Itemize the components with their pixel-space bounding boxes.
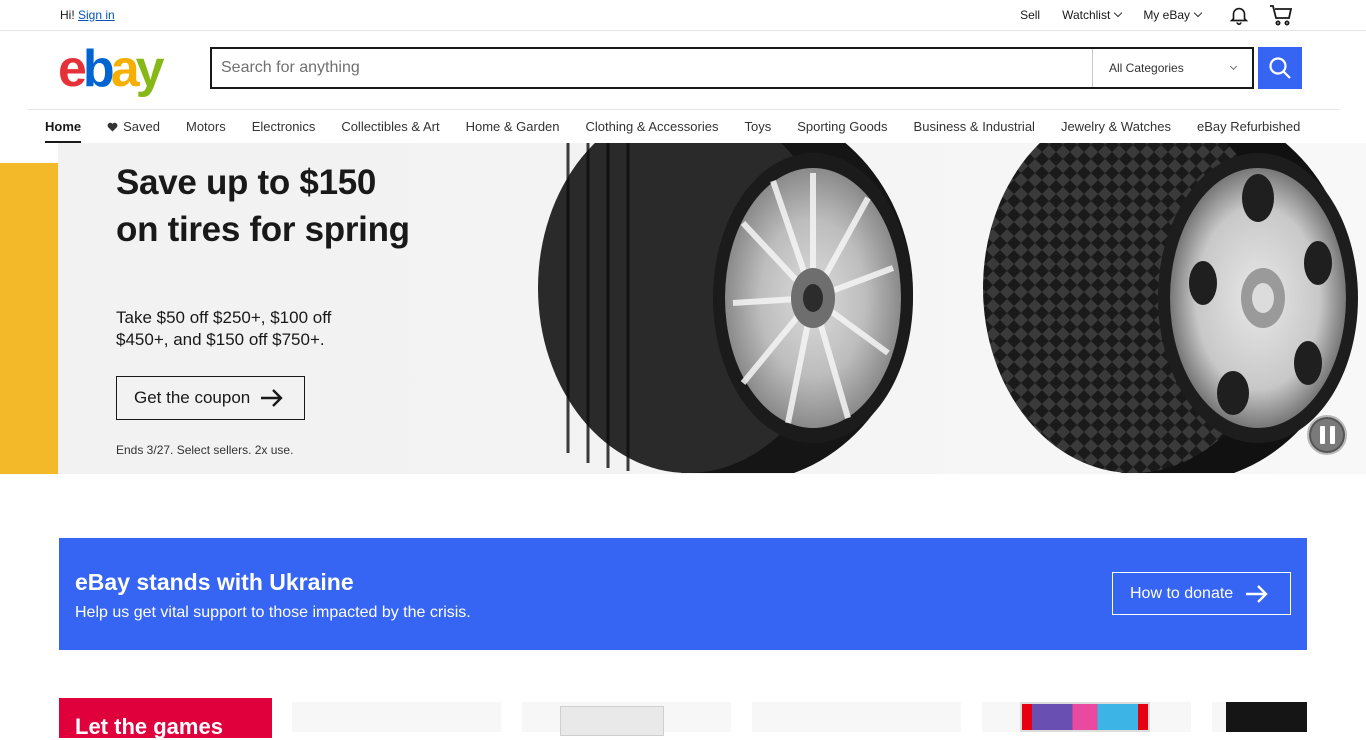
search-icon	[1269, 57, 1291, 79]
sell-label: Sell	[1020, 8, 1041, 22]
nav-item-collectibles[interactable]: Collectibles & Art	[328, 110, 452, 143]
nav-item-motors[interactable]: Motors	[173, 110, 239, 143]
carousel-pause-button[interactable]	[1307, 415, 1347, 455]
nav-label: Motors	[186, 119, 226, 134]
games-promo-title: Let the games	[75, 714, 223, 739]
nav-label: Jewelry & Watches	[1060, 119, 1172, 134]
watchlist-label: Watchlist	[1062, 8, 1111, 22]
cart-icon	[1270, 5, 1293, 26]
cart-button[interactable]	[1266, 0, 1296, 30]
nav-item-toys[interactable]: Toys	[731, 110, 784, 143]
hero-carousel: Save up to $150 on tires for spring Take…	[0, 143, 1366, 474]
ukraine-title: eBay stands with Ukraine	[75, 569, 354, 595]
nav-label: eBay Refurbished	[1197, 119, 1301, 134]
pause-icon	[1319, 426, 1325, 444]
how-to-donate-button[interactable]: How to donate	[1112, 572, 1291, 615]
arrow-right-icon	[261, 389, 283, 407]
product-image	[560, 706, 664, 736]
greeting-text: Hi!	[60, 8, 75, 22]
nav-item-sporting-goods[interactable]: Sporting Goods	[784, 110, 900, 143]
nav-item-jewelry-watches[interactable]: Jewelry & Watches	[1048, 110, 1184, 143]
previous-slide-image	[0, 163, 58, 474]
nav-label: Collectibles & Art	[341, 119, 440, 134]
search-button[interactable]	[1258, 47, 1302, 89]
nav-label: Clothing & Accessories	[585, 119, 719, 134]
previous-slide-peek[interactable]	[0, 143, 58, 474]
nav-label: Saved	[123, 119, 160, 134]
get-coupon-button[interactable]: Get the coupon	[116, 376, 305, 420]
ebay-logo[interactable]: ebay	[58, 39, 165, 99]
nav-label: Home	[45, 119, 82, 134]
ukraine-subtitle: Help us get vital support to those impac…	[75, 604, 471, 621]
heart-icon	[107, 122, 118, 132]
sign-in-link[interactable]: Sign in	[78, 8, 115, 22]
nav-item-home[interactable]: Home	[28, 110, 94, 143]
tire-image-left	[538, 143, 913, 473]
hero-title: Save up to $150 on tires for spring	[116, 163, 410, 249]
ukraine-banner[interactable]: eBay stands with Ukraine Help us get vit…	[59, 538, 1307, 650]
chevron-down-icon	[1229, 62, 1238, 70]
how-to-donate-label: How to donate	[1130, 584, 1234, 602]
category-nav: Home Saved Motors Electronics Collectibl…	[28, 109, 1339, 143]
nav-item-electronics[interactable]: Electronics	[239, 110, 329, 143]
hero-subtitle: Take $50 off $250+, $100 off $450+, and …	[116, 308, 332, 349]
my-ebay-label: My eBay	[1143, 8, 1190, 22]
nav-item-clothing[interactable]: Clothing & Accessories	[573, 110, 732, 143]
nav-item-ebay-refurbished[interactable]: eBay Refurbished	[1184, 110, 1313, 143]
top-bar: Hi! Sign in Sell Watchlist My eBay	[0, 0, 1366, 31]
search-bar: All Categories	[210, 47, 1254, 89]
chevron-down-icon	[1193, 8, 1203, 18]
category-select[interactable]: All Categories	[1092, 49, 1252, 87]
nav-label: Business & Industrial	[913, 119, 1035, 134]
games-promo-tile[interactable]: Let the games	[59, 698, 272, 739]
category-select-label: All Categories	[1109, 61, 1184, 75]
notifications-button[interactable]	[1224, 0, 1254, 30]
chevron-down-icon	[1114, 8, 1123, 18]
greeting-area: Hi! Sign in	[60, 8, 115, 22]
get-coupon-label: Get the coupon	[134, 388, 251, 407]
top-bar-links: Sell Watchlist My eBay	[1009, 0, 1296, 30]
nav-item-saved[interactable]: Saved	[94, 110, 173, 143]
hero-slide[interactable]: Save up to $150 on tires for spring Take…	[58, 143, 1366, 474]
hero-fine-print: Ends 3/27. Select sellers. 2x use.	[116, 443, 294, 457]
search-input[interactable]	[212, 49, 1092, 87]
nav-label: Sporting Goods	[797, 119, 888, 134]
nav-item-home-garden[interactable]: Home & Garden	[453, 110, 573, 143]
nav-label: Electronics	[251, 119, 316, 134]
header: ebay All Categories	[0, 31, 1366, 109]
arrow-right-icon	[1246, 584, 1268, 603]
my-ebay-link[interactable]: My eBay	[1132, 8, 1212, 22]
bell-icon	[1229, 7, 1249, 25]
nav-label: Home & Garden	[465, 119, 560, 134]
tire-image-right	[983, 143, 1358, 473]
nav-label: Toys	[744, 119, 772, 134]
sell-link[interactable]: Sell	[1009, 8, 1051, 22]
nav-item-business-industrial[interactable]: Business & Industrial	[901, 110, 1048, 143]
watchlist-link[interactable]: Watchlist	[1051, 8, 1132, 22]
